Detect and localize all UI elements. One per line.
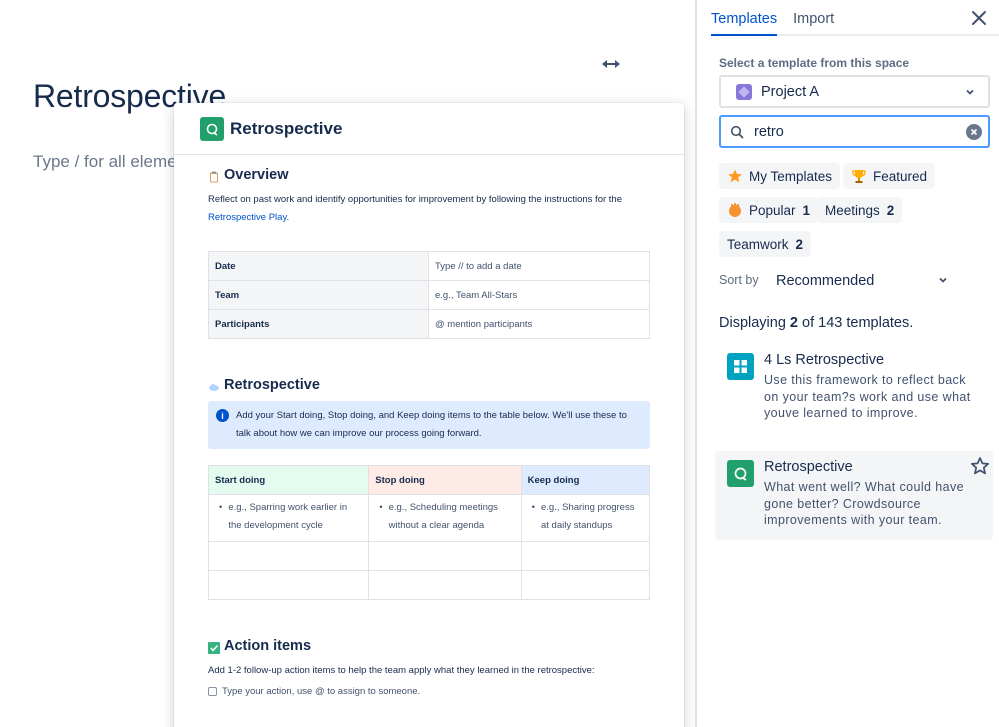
list-item: e.g., Scheduling meetings without a clea… [375,499,514,535]
star-icon [728,169,742,183]
filter-meetings[interactable]: Meetings 2 [817,197,903,223]
sort-select[interactable]: Recommended [769,266,957,296]
sort-label: Sort by [719,273,759,287]
filter-teamwork[interactable]: Teamwork 2 [719,231,812,257]
chevron-down-icon [966,89,974,95]
table-row: e.g., Sparring work earlier in the devel… [207,494,651,542]
task-placeholder: Type your action, use @ to assign to som… [222,686,421,697]
retrospective-heading-text: Retrospective [224,377,320,393]
star-button[interactable] [970,456,990,476]
template-panel: Templates Import Select a template from … [697,0,999,727]
space-icon [736,83,752,100]
expand-width-icon [602,60,620,68]
column-header: Stop doing [368,465,522,495]
preview-title: Retrospective [230,118,343,138]
trophy-icon [852,170,866,183]
table-row [207,570,651,600]
table-row [207,541,651,571]
preview-body: Overview Reflect on past work and identi… [174,155,684,697]
action-items-heading-text: Action items [224,638,312,654]
action-items-text: Add 1-2 follow-up action items to help t… [208,665,595,676]
sort-value: Recommended [776,273,875,289]
template-preview: Retrospective Overview Reflect on past w… [174,103,684,727]
checkmark-icon [208,641,220,654]
result-title: Retrospective [764,459,853,475]
cloud-icon [208,381,220,393]
grid-icon [727,353,754,380]
template-result[interactable]: 4 Ls Retrospective Use this framework to… [715,344,993,430]
retro-icon [727,460,754,487]
table-row: Participants @ mention participants [208,309,650,339]
overview-text: Reflect on past work and identify opport… [208,194,622,223]
tab-import[interactable]: Import [793,0,834,34]
close-button[interactable] [969,8,989,28]
column-header: Start doing [207,465,370,495]
overview-heading-text: Overview [224,167,289,183]
app-window: Retrospective Type / for all elements Re… [0,0,999,727]
hand-icon [729,203,741,217]
column-header: Keep doing [520,465,651,495]
overview-heading: Overview [208,167,650,183]
star-outline-icon [970,457,990,475]
info-icon: i [216,409,229,422]
search-input[interactable] [754,123,954,140]
expand-width-button[interactable] [598,54,624,74]
table-row: Date Type // to add a date [208,251,650,281]
space-select[interactable]: Project A [719,75,990,108]
chevron-down-icon [939,277,947,283]
filter-popular[interactable]: Popular 1 [719,197,819,223]
table-row: Start doing Stop doing Keep doing [207,465,651,495]
table-row: Team e.g., Team All-Stars [208,280,650,310]
search-icon [730,125,744,138]
task-checkbox[interactable] [208,687,217,696]
info-panel-text: Add your Start doing, Stop doing, and Ke… [236,410,627,439]
clear-search-button[interactable] [966,124,982,140]
filter-my-templates[interactable]: My Templates [719,163,841,189]
space-select-value: Project A [761,83,820,100]
retrospective-play-link[interactable]: Retrospective Play [208,212,287,223]
result-title: 4 Ls Retrospective [764,352,885,368]
space-select-label: Select a template from this space [719,56,910,70]
close-icon [972,11,986,25]
info-table: Date Type // to add a date Team e.g., Team… [208,251,650,339]
panel-tabs: Templates Import [711,0,999,36]
preview-header: Retrospective [174,103,684,155]
info-panel: i Add your Start doing, Stop doing, and … [208,401,650,449]
results-count: Displaying 2 of 143 templates. [719,315,914,331]
retro-table: Start doing Stop doing Keep doing e.g., … [207,465,651,600]
result-description: Use this framework to reflect back on yo… [764,373,971,420]
list-item: e.g., Sparring work earlier in the devel… [215,499,362,535]
filter-featured[interactable]: Featured [843,163,936,189]
action-items-heading: Action items [208,638,650,654]
list-item: e.g., Sharing progress at daily standups [528,499,643,535]
template-search [719,115,990,148]
tab-templates[interactable]: Templates [711,0,778,36]
clipboard-icon [208,171,220,183]
retrospective-heading: Retrospective [208,377,650,393]
retro-icon [200,116,224,141]
result-description: What went well? What could have gone bet… [764,480,964,527]
template-result-selected[interactable]: Retrospective What went well? What could… [715,451,993,540]
task-item: Type your action, use @ to assign to som… [208,686,650,697]
clear-icon [970,128,978,136]
